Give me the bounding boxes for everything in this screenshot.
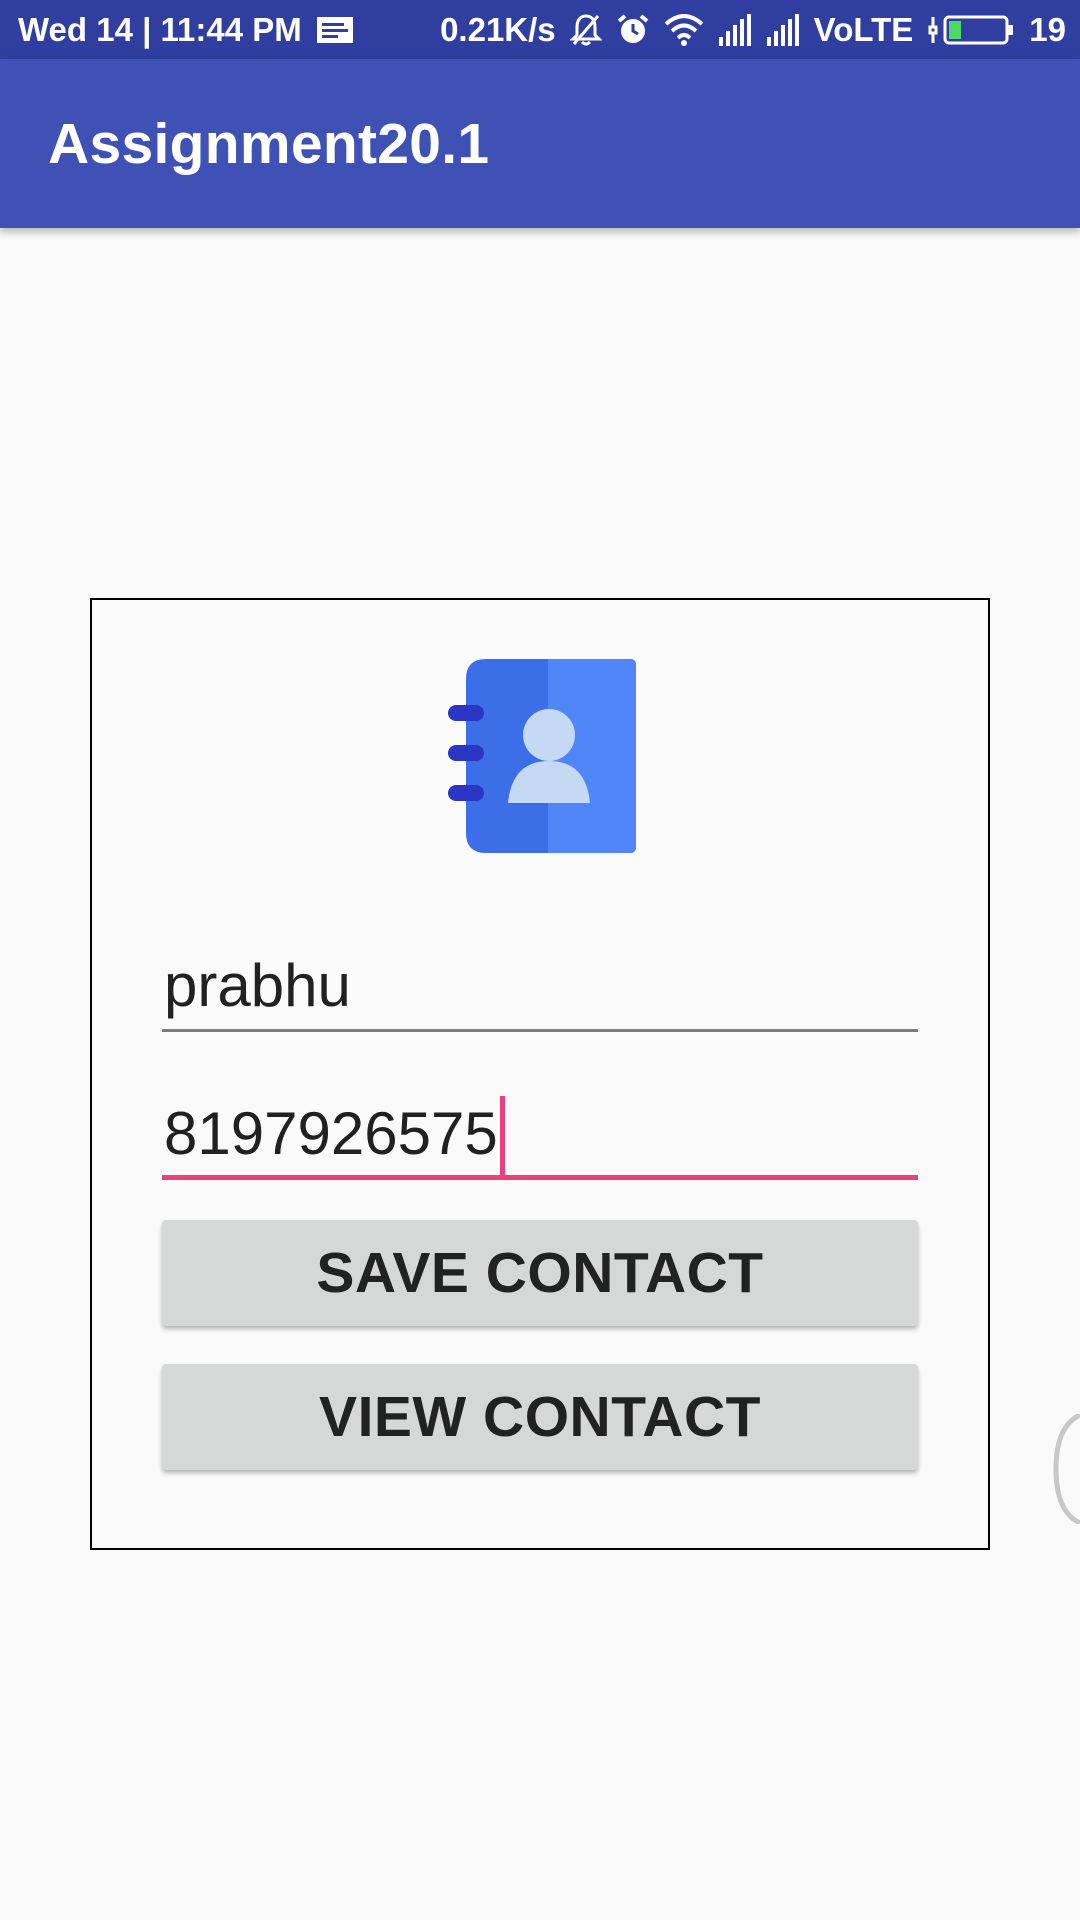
status-datetime: Wed 14 | 11:44 PM [18, 10, 302, 48]
edge-swipe-handle[interactable] [1048, 1413, 1080, 1525]
status-bar: Wed 14 | 11:44 PM 0.21K/s VoLTE 19 [0, 0, 1080, 59]
name-field[interactable]: prabhu [162, 952, 918, 1032]
save-contact-button[interactable]: SAVE CONTACT [162, 1220, 918, 1326]
wifi-icon [664, 13, 704, 46]
view-contact-button[interactable]: VIEW CONTACT [162, 1364, 918, 1470]
phone-field-value: 8197926575 [164, 1100, 498, 1167]
battery-icon [927, 13, 1015, 47]
alarm-icon [616, 13, 650, 47]
phone-field-underline [162, 1175, 918, 1180]
network-type: VoLTE [813, 10, 914, 48]
network-speed: 0.21K/s [440, 10, 556, 48]
battery-level: 19 [1029, 10, 1066, 48]
app-title: Assignment20.1 [48, 112, 490, 176]
mute-icon [569, 13, 602, 47]
contact-form-card: prabhu 8197926575 SAVE CONTACT VIEW CONT… [90, 598, 990, 1550]
contact-book-icon [448, 659, 636, 853]
phone-field[interactable]: 8197926575 [162, 1096, 918, 1180]
name-field-underline [162, 1029, 918, 1032]
name-field-value: prabhu [164, 952, 351, 1019]
app-bar: Assignment20.1 [0, 59, 1080, 228]
phone-field-content: 8197926575 [164, 1096, 505, 1178]
notification-message-icon [316, 16, 354, 44]
text-cursor [499, 1096, 505, 1178]
signal-icon [718, 13, 752, 47]
signal-icon [766, 13, 800, 47]
